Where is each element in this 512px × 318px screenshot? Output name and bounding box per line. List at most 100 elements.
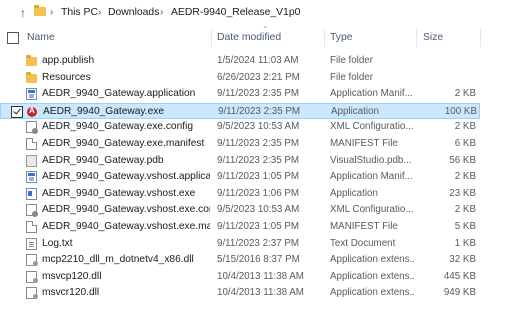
file-type: VisualStudio.pdb... (330, 154, 412, 166)
file-type: MANIFEST File (330, 221, 398, 232)
chevron-right-icon[interactable]: › (160, 5, 163, 21)
date-modified: 10/4/2013 11:38 AM (217, 287, 304, 299)
file-type: Application Manif... (330, 88, 413, 100)
dll-file-icon (26, 254, 38, 267)
file-row[interactable]: AEDR_9940_Gateway.exe.manifest 9/11/2023 … (0, 136, 480, 152)
date-modified: 9/11/2023 1:06 PM (217, 187, 300, 199)
application-manifest-icon (26, 88, 37, 101)
column-divider[interactable] (324, 29, 325, 47)
file-type: File folder (330, 71, 374, 83)
file-row[interactable]: AEDR_9940_Gateway.vshost.exe 9/11/2023 1:… (0, 186, 480, 202)
file-row[interactable]: msvcp120.dll 10/4/2013 11:38 AM Applicatio… (0, 269, 480, 285)
file-row[interactable]: app.publish 1/5/2024 11:03 AM File folder (0, 53, 480, 69)
file-size: 2 KB (454, 171, 476, 183)
date-modified: 9/11/2023 2:35 PM (217, 154, 300, 166)
breadcrumb-current-folder[interactable]: AEDR-9940_Release_V1p0 (171, 5, 300, 21)
date-modified: 9/11/2023 2:37 PM (217, 237, 300, 249)
file-size: 2 KB (454, 204, 476, 216)
column-header-name[interactable]: Name (27, 31, 55, 44)
file-row[interactable]: AEDR_9940_Gateway.vshost.exe.config 9/5/2… (0, 202, 480, 218)
file-row[interactable]: Resources 6/26/2023 2:21 PM File folder (0, 70, 480, 86)
file-name: mcp2210_dll_m_dotnetv4_x86.dll (42, 254, 194, 266)
file-size: 23 KB (449, 187, 476, 199)
file-type: File folder (330, 55, 374, 66)
file-name: app.publish (42, 55, 95, 66)
file-type: XML Configuratio... (330, 204, 414, 216)
text-file-icon (26, 237, 37, 250)
file-size: 100 KB (444, 105, 477, 117)
config-file-icon (26, 121, 38, 135)
file-size: 2 KB (454, 121, 476, 133)
column-header-size[interactable]: Size (423, 31, 443, 44)
file-type: Application extens... (330, 254, 414, 266)
column-divider[interactable] (416, 29, 417, 47)
vshost-exe-icon (26, 187, 37, 200)
folder-icon (26, 71, 37, 83)
address-bar[interactable]: ↑ › This PC › Downloads › AEDR-9940_Rele… (0, 0, 512, 26)
config-file-icon (26, 204, 38, 218)
file-name: AEDR_9940_Gateway.exe.manifest (42, 138, 205, 149)
folder-icon (34, 5, 46, 16)
file-type: Text Document (330, 237, 396, 249)
file-name: Resources (42, 71, 91, 83)
select-all-checkbox[interactable] (7, 32, 19, 44)
file-row[interactable]: mcp2210_dll_m_dotnetv4_x86.dll 5/15/2016 … (0, 252, 480, 268)
column-divider[interactable] (211, 29, 212, 47)
file-name: AEDR_9940_Gateway.exe.config (42, 121, 194, 133)
file-row[interactable]: AEDR_9940_Gateway.pdb 9/11/2023 2:35 PM Vi… (0, 153, 480, 169)
file-size: 56 KB (449, 154, 476, 166)
file-name: AEDR_9940_Gateway.vshost.exe.config (42, 204, 210, 216)
file-size: 949 KB (443, 287, 476, 299)
file-type: Application extens... (330, 287, 414, 299)
column-header-type[interactable]: Type (330, 31, 353, 44)
date-modified: 9/5/2023 10:53 AM (217, 204, 300, 216)
file-name: AEDR_9940_Gateway.exe (43, 105, 165, 117)
date-modified: 9/11/2023 2:35 PM (217, 88, 300, 100)
chevron-right-icon[interactable]: › (50, 5, 53, 21)
document-icon (26, 138, 37, 150)
chevron-right-icon[interactable]: › (98, 5, 101, 21)
file-size: 1 KB (454, 237, 476, 249)
document-icon (26, 221, 37, 233)
date-modified: 9/11/2023 1:05 PM (217, 221, 300, 232)
up-arrow-icon[interactable]: ↑ (16, 5, 30, 21)
pdb-file-icon (26, 154, 37, 167)
date-modified: 1/5/2024 11:03 AM (217, 55, 299, 66)
file-type: XML Configuratio... (330, 121, 414, 133)
file-size: 32 KB (449, 254, 476, 266)
file-row[interactable]: AEDR_9940_Gateway.exe.config 9/5/2023 10:… (0, 119, 480, 135)
file-type: MANIFEST File (330, 138, 398, 149)
date-modified: 9/11/2023 1:05 PM (217, 171, 300, 183)
date-modified: 9/11/2023 2:35 PM (217, 138, 300, 149)
date-modified: 9/11/2023 2:35 PM (218, 105, 301, 117)
file-row[interactable]: AEDR_9940_Gateway.vshost.exe.manif... 9/1… (0, 219, 480, 235)
date-modified: 6/26/2023 2:21 PM (217, 71, 300, 83)
breadcrumb-downloads[interactable]: Downloads (108, 5, 159, 21)
file-size: 5 KB (454, 221, 476, 232)
file-size: 445 KB (443, 270, 476, 282)
date-modified: 10/4/2013 11:38 AM (217, 270, 304, 282)
exe-app-icon (27, 106, 37, 117)
file-row[interactable]: AEDR_9940_Gateway.exe 9/11/2023 2:35 PM Ap… (0, 102, 480, 119)
file-name: AEDR_9940_Gateway.vshost.exe (42, 187, 196, 199)
file-size: 6 KB (454, 138, 476, 149)
breadcrumb-this-pc[interactable]: This PC (61, 5, 98, 21)
file-name: msvcp120.dll (42, 270, 102, 282)
date-modified: 5/15/2016 8:37 PM (217, 254, 300, 266)
column-divider[interactable] (480, 29, 481, 47)
file-type: Application Manif... (330, 171, 413, 183)
file-type: Application (330, 187, 378, 199)
file-type: Application extens... (330, 270, 414, 282)
file-row[interactable]: Log.txt 9/11/2023 2:37 PM Text Document 1 K… (0, 236, 480, 252)
file-name: AEDR_9940_Gateway.vshost.application (42, 171, 210, 183)
date-modified: 9/5/2023 10:53 AM (217, 121, 300, 133)
row-checkbox[interactable] (11, 105, 23, 118)
column-header-row: Name ⌃ Date modified Type Size (0, 25, 512, 49)
file-row[interactable]: AEDR_9940_Gateway.vshost.application 9/11… (0, 169, 480, 185)
dll-file-icon (26, 287, 38, 300)
file-row[interactable]: AEDR_9940_Gateway.application 9/11/2023 2… (0, 86, 480, 102)
file-name: Log.txt (42, 237, 73, 249)
application-manifest-icon (26, 171, 37, 184)
file-row[interactable]: msvcr120.dll 10/4/2013 11:38 AM Applicatio… (0, 285, 480, 301)
column-header-date-modified[interactable]: Date modified (217, 31, 281, 44)
